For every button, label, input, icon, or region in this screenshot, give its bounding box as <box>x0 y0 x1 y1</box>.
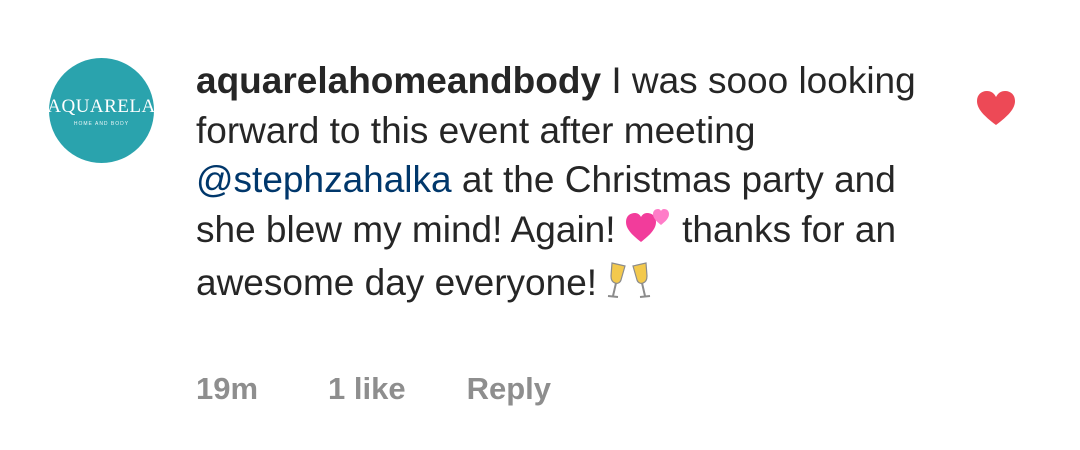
clinking-glasses-icon <box>607 261 651 312</box>
reply-button[interactable]: Reply <box>467 371 551 407</box>
avatar[interactable]: AQUARELA HOME AND BODY <box>47 58 156 163</box>
heart-icon[interactable] <box>976 90 1016 126</box>
avatar-wordmark: AQUARELA <box>47 95 156 117</box>
avatar-tagline: HOME AND BODY <box>73 120 130 127</box>
comment-meta: 19m 1 like Reply <box>196 371 551 407</box>
comment: AQUARELA HOME AND BODY aquarelahomeandbo… <box>0 0 1080 450</box>
likes-count-button[interactable]: 1 like <box>328 371 406 407</box>
comment-body: aquarelahomeandbody I was sooo looking f… <box>196 56 956 312</box>
timestamp: 19m <box>196 371 259 406</box>
username-link[interactable]: aquarelahomeandbody <box>196 60 601 101</box>
mention-link[interactable]: @stephzahalka <box>196 159 452 200</box>
two-hearts-icon <box>625 208 672 259</box>
